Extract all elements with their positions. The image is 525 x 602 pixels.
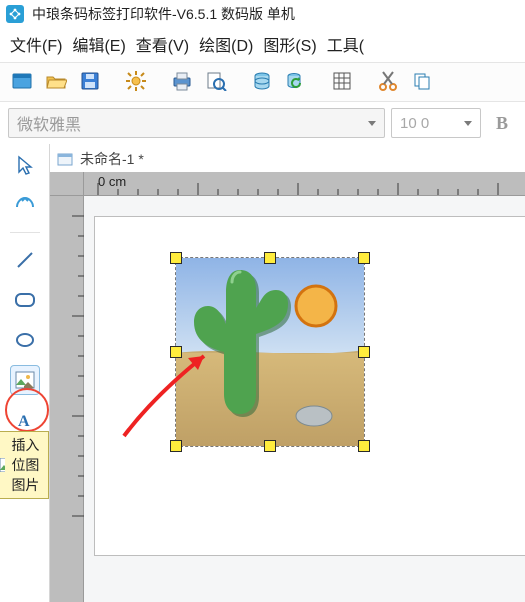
editor-area: 未命名-1 * 0 cm bbox=[50, 144, 525, 602]
app-logo-icon bbox=[6, 5, 24, 23]
insert-bitmap-tool[interactable] bbox=[10, 365, 40, 395]
menu-shape[interactable]: 图形(S) bbox=[263, 32, 316, 56]
cut-button[interactable] bbox=[374, 67, 402, 95]
horizontal-ruler[interactable]: 0 cm bbox=[84, 172, 525, 196]
rounded-rect-tool[interactable] bbox=[10, 285, 40, 315]
selected-bitmap-object[interactable] bbox=[175, 257, 365, 447]
print-button[interactable] bbox=[168, 67, 196, 95]
canvas[interactable] bbox=[84, 196, 525, 602]
menubar: 文件(F) 编辑(E) 查看(V) 绘图(D) 图形(S) 工具( bbox=[0, 28, 525, 62]
database-button[interactable] bbox=[248, 67, 276, 95]
font-family-value: 微软雅黑 bbox=[17, 111, 81, 135]
line-tool[interactable] bbox=[10, 245, 40, 275]
font-size-value: 10 0 bbox=[400, 115, 429, 132]
svg-text:A: A bbox=[18, 413, 30, 430]
bold-button[interactable]: B bbox=[487, 108, 517, 138]
menu-file[interactable]: 文件(F) bbox=[10, 32, 62, 56]
resize-handle[interactable] bbox=[264, 252, 276, 264]
label-page[interactable] bbox=[94, 216, 525, 556]
menu-tools[interactable]: 工具( bbox=[327, 32, 364, 56]
tooltip: 插入位图图片 bbox=[0, 431, 49, 499]
picture-icon bbox=[0, 458, 5, 472]
font-toolbar: 微软雅黑 10 0 B bbox=[0, 102, 525, 144]
settings-button[interactable] bbox=[122, 67, 150, 95]
chevron-down-icon bbox=[368, 121, 376, 126]
new-button[interactable] bbox=[8, 67, 36, 95]
font-family-combo[interactable]: 微软雅黑 bbox=[8, 108, 385, 138]
pan-tool[interactable] bbox=[10, 190, 40, 220]
ruler-corner bbox=[50, 172, 84, 196]
main-toolbar bbox=[0, 62, 525, 102]
save-button[interactable] bbox=[76, 67, 104, 95]
document-icon bbox=[56, 150, 74, 168]
workspace: A R 插入位图图片 未命名-1 * 0 cm bbox=[0, 144, 525, 602]
bitmap-preview-icon bbox=[176, 258, 364, 446]
menu-view[interactable]: 查看(V) bbox=[136, 32, 189, 56]
resize-handle[interactable] bbox=[170, 440, 182, 452]
document-tabs: 未命名-1 * bbox=[50, 144, 525, 172]
vertical-ruler[interactable] bbox=[50, 196, 84, 602]
resize-handle[interactable] bbox=[358, 346, 370, 358]
titlebar: 中琅条码标签打印软件-V6.5.1 数码版 单机 bbox=[0, 0, 525, 28]
document-tab[interactable]: 未命名-1 * bbox=[80, 149, 144, 169]
tooltip-text: 插入位图图片 bbox=[11, 435, 40, 495]
database-refresh-button[interactable] bbox=[282, 67, 310, 95]
menu-draw[interactable]: 绘图(D) bbox=[199, 32, 253, 56]
window-title: 中琅条码标签打印软件-V6.5.1 数码版 单机 bbox=[32, 4, 295, 24]
chevron-down-icon bbox=[464, 121, 472, 126]
open-button[interactable] bbox=[42, 67, 70, 95]
grid-button[interactable] bbox=[328, 67, 356, 95]
menu-edit[interactable]: 编辑(E) bbox=[72, 32, 125, 56]
resize-handle[interactable] bbox=[264, 440, 276, 452]
ellipse-tool[interactable] bbox=[10, 325, 40, 355]
tool-palette: A R 插入位图图片 bbox=[0, 144, 50, 602]
print-preview-button[interactable] bbox=[202, 67, 230, 95]
select-tool[interactable] bbox=[10, 150, 40, 180]
resize-handle[interactable] bbox=[358, 252, 370, 264]
resize-handle[interactable] bbox=[358, 440, 370, 452]
resize-handle[interactable] bbox=[170, 252, 182, 264]
copy-button[interactable] bbox=[408, 67, 436, 95]
resize-handle[interactable] bbox=[170, 346, 182, 358]
font-size-combo[interactable]: 10 0 bbox=[391, 108, 481, 138]
